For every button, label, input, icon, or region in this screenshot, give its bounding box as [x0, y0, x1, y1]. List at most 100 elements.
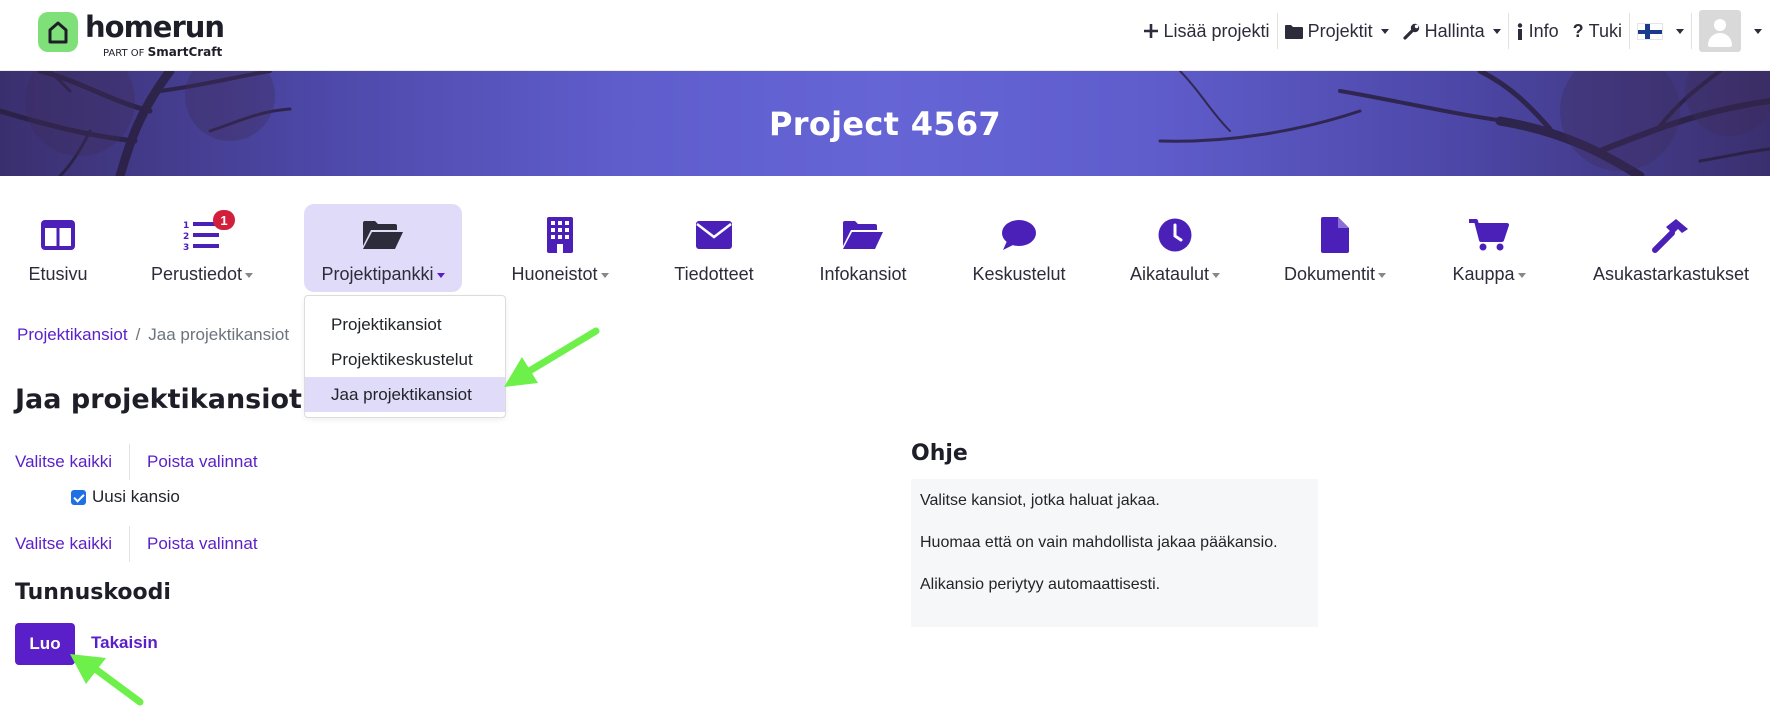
folder-name: Uusi kansio [92, 487, 180, 506]
nav-keskustelut-label: Keskustelut [972, 264, 1066, 284]
nav-perustiedot-label: Perustiedot [151, 264, 254, 285]
notification-badge: 1 [213, 210, 235, 230]
help-heading: Ohje [911, 441, 968, 466]
folder-checkbox[interactable] [71, 489, 86, 505]
folder-open-icon [843, 216, 883, 254]
nav-aikataulut-label: Aikataulut [1130, 264, 1221, 285]
projects-menu[interactable]: Projektit [1278, 13, 1396, 49]
breadcrumb-parent-link[interactable]: Projektikansiot [17, 325, 128, 344]
selection-controls-bottom: Valitse kaikki Poista valinnat [15, 526, 258, 562]
hammer-icon [1652, 216, 1690, 254]
divider [129, 444, 130, 480]
nav-infokansiot[interactable]: Infokansiot [810, 204, 916, 292]
nav-aikataulut[interactable]: Aikataulut [1120, 204, 1230, 292]
brand-name: homerun [85, 10, 225, 44]
clock-icon [1158, 216, 1192, 254]
homerun-logo[interactable]: homerun PART OF SmartCraft [38, 10, 228, 59]
envelope-icon [696, 216, 732, 254]
svg-text:2: 2 [183, 232, 189, 242]
support-link[interactable]: ? Tuki [1566, 13, 1629, 49]
access-code-heading: Tunnuskoodi [15, 580, 171, 605]
help-line: Huomaa että on vain mahdollista jakaa pä… [920, 534, 1278, 551]
divider [129, 526, 130, 562]
nav-asukastarkastukset-label: Asukastarkastukset [1592, 264, 1750, 284]
svg-text:1: 1 [183, 221, 189, 231]
nav-dokumentit-label: Dokumentit [1284, 264, 1387, 285]
page-title: Jaa projektikansiot [15, 384, 302, 415]
add-project-link[interactable]: Lisää projekti [1136, 13, 1277, 49]
user-menu[interactable] [1692, 10, 1770, 52]
nav-projektipankki[interactable]: Projektipankki [304, 204, 462, 292]
info-icon [1517, 22, 1522, 40]
tagline-prefix: PART OF [103, 48, 145, 59]
chevron-down-icon [1754, 28, 1762, 34]
nav-huoneistot-label: Huoneistot [511, 264, 609, 285]
brand-tagline: PART OF SmartCraft [103, 45, 222, 59]
annotation-arrow-dropdown [504, 327, 600, 387]
create-button[interactable]: Luo [15, 623, 75, 665]
top-nav-menu: Lisää projekti Projektit Hallinta Info ?… [1136, 0, 1770, 62]
folder-open-icon [363, 216, 403, 254]
breadcrumb-separator: / [135, 325, 141, 344]
nav-perustiedot[interactable]: 1 2 3 1 Perustiedot [137, 204, 267, 292]
svg-text:3: 3 [183, 243, 189, 251]
dropdown-item-projektikeskustelut[interactable]: Projektikeskustelut [305, 342, 505, 377]
help-line: Valitse kansiot, jotka haluat jakaa. [920, 492, 1160, 509]
cart-icon [1469, 216, 1509, 254]
nav-etusivu-label: Etusivu [28, 264, 88, 284]
columns-icon [40, 216, 76, 254]
chevron-down-icon [1492, 28, 1501, 34]
nav-asukastarkastukset[interactable]: Asukastarkastukset [1583, 204, 1759, 292]
folder-icon [1284, 24, 1303, 39]
top-navbar: homerun PART OF SmartCraft Lisää projekt… [0, 0, 1770, 71]
nav-huoneistot[interactable]: Huoneistot [500, 204, 620, 292]
project-title: Project 4567 [769, 104, 1001, 143]
projects-label: Projektit [1307, 20, 1373, 41]
back-link[interactable]: Takaisin [91, 633, 158, 653]
chevron-down-icon [1380, 28, 1389, 34]
numbered-list-icon: 1 2 3 1 [183, 210, 235, 254]
projektipankki-dropdown-menu: Projektikansiot Projektikeskustelut Jaa … [304, 295, 506, 418]
dropdown-item-jaa-projektikansiot[interactable]: Jaa projektikansiot [305, 377, 505, 412]
select-all-link[interactable]: Valitse kaikki [15, 452, 112, 472]
nav-dokumentit[interactable]: Dokumentit [1276, 204, 1394, 292]
language-menu[interactable] [1630, 13, 1691, 49]
tagline-company: SmartCraft [147, 45, 223, 59]
dropdown-item-projektikansiot[interactable]: Projektikansiot [305, 307, 505, 342]
breadcrumb-current: Jaa projektikansiot [148, 325, 290, 344]
nav-kauppa-label: Kauppa [1452, 264, 1526, 285]
nav-tiedotteet-label: Tiedotteet [674, 264, 754, 284]
project-main-nav: Etusivu 1 2 3 1 Perustiedot Projektipank… [0, 204, 1770, 292]
chevron-down-icon [1676, 28, 1684, 34]
project-hero-banner: Project 4567 [0, 71, 1770, 176]
annotation-arrow-create-button [70, 654, 144, 706]
user-avatar-icon [1699, 10, 1741, 52]
plus-icon [1143, 24, 1158, 38]
select-all-link[interactable]: Valitse kaikki [15, 534, 112, 554]
file-icon [1321, 216, 1349, 254]
finnish-flag-icon [1637, 22, 1663, 40]
question-icon: ? [1572, 20, 1584, 41]
info-label: Info [1528, 20, 1559, 41]
info-link[interactable]: Info [1509, 13, 1566, 49]
speech-bubble-icon [1001, 216, 1037, 254]
nav-infokansiot-label: Infokansiot [819, 264, 907, 284]
admin-menu[interactable]: Hallinta [1396, 13, 1508, 49]
selection-controls-top: Valitse kaikki Poista valinnat [15, 444, 258, 480]
add-project-label: Lisää projekti [1163, 20, 1270, 41]
clear-selection-link[interactable]: Poista valinnat [147, 534, 258, 554]
support-label: Tuki [1588, 20, 1622, 41]
nav-tiedotteet[interactable]: Tiedotteet [662, 204, 766, 292]
nav-projektipankki-label: Projektipankki [321, 264, 445, 285]
nav-etusivu[interactable]: Etusivu [18, 204, 98, 292]
wrench-icon [1402, 23, 1419, 40]
nav-kauppa[interactable]: Kauppa [1440, 204, 1538, 292]
house-icon [38, 12, 78, 52]
admin-label: Hallinta [1424, 20, 1485, 41]
breadcrumb: Projektikansiot / Jaa projektikansiot [17, 325, 289, 345]
folder-list-item[interactable]: Uusi kansio [71, 487, 180, 507]
nav-keskustelut[interactable]: Keskustelut [964, 204, 1074, 292]
help-line: Alikansio periytyy automaattisesti. [920, 576, 1161, 593]
clear-selection-link[interactable]: Poista valinnat [147, 452, 258, 472]
help-box: Valitse kansiot, jotka haluat jakaa. Huo… [911, 479, 1318, 627]
